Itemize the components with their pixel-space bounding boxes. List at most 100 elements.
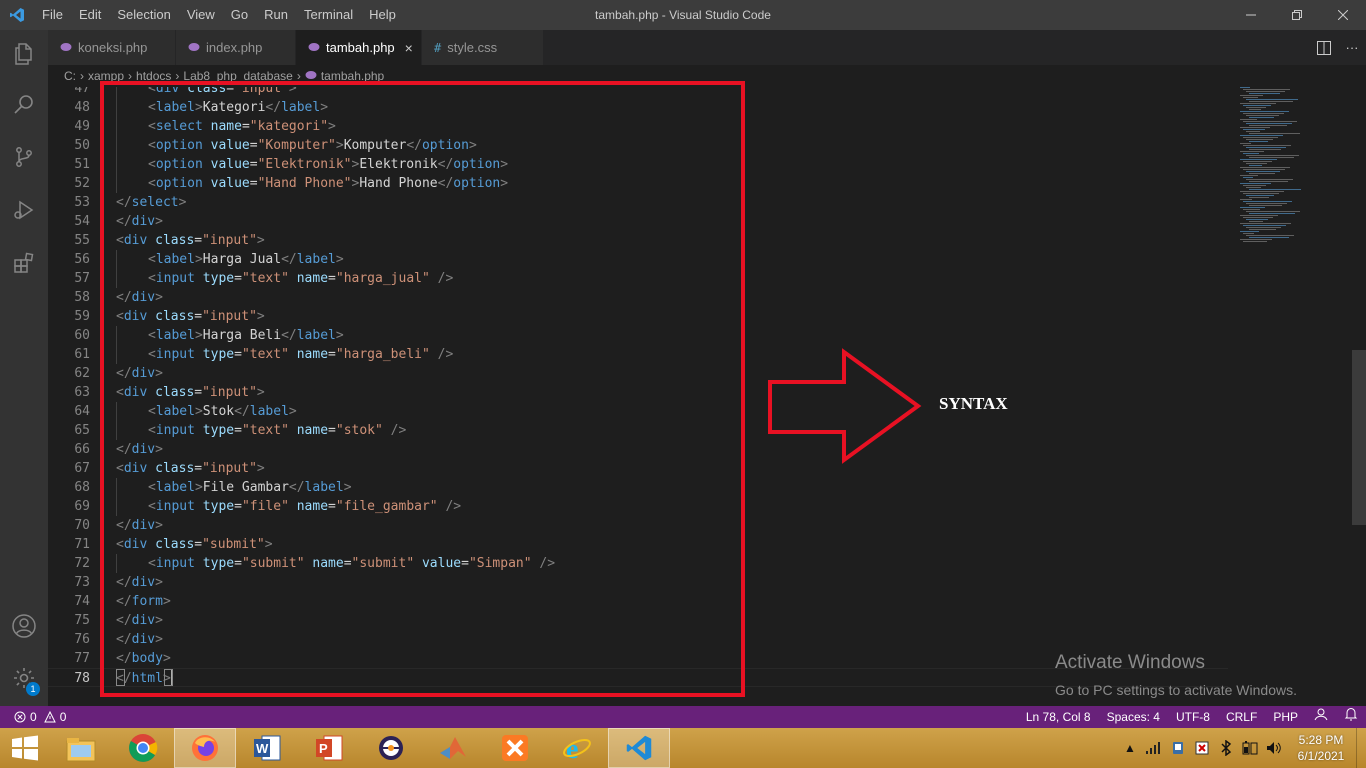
code-line[interactable]: 53 </select> bbox=[48, 193, 1228, 212]
menu-edit[interactable]: Edit bbox=[71, 0, 109, 30]
code-line[interactable]: 75 </div> bbox=[48, 611, 1228, 630]
code-line[interactable]: 76 </div> bbox=[48, 630, 1228, 649]
split-editor-icon[interactable] bbox=[1310, 30, 1338, 65]
close-tab-icon[interactable]: × bbox=[405, 40, 413, 56]
code-line[interactable]: 74 </form> bbox=[48, 592, 1228, 611]
clock-date: 6/1/2021 bbox=[1297, 749, 1345, 763]
menu-go[interactable]: Go bbox=[223, 0, 256, 30]
code-text: <option value="Komputer">Komputer</optio… bbox=[148, 138, 477, 153]
tab-tambah-php[interactable]: tambah.php × bbox=[296, 30, 422, 65]
firefox-icon[interactable] bbox=[174, 728, 236, 768]
code-text: <label>Stok</label> bbox=[148, 404, 297, 419]
menu-view[interactable]: View bbox=[179, 0, 223, 30]
code-line[interactable]: 50 <option value="Komputer">Komputer</opt… bbox=[48, 136, 1228, 155]
powerpoint-icon[interactable]: P bbox=[298, 728, 360, 768]
code-line[interactable]: 58 </div> bbox=[48, 288, 1228, 307]
code-line[interactable]: 73 </div> bbox=[48, 573, 1228, 592]
windows-start-icon[interactable] bbox=[0, 728, 50, 768]
minimize-button[interactable] bbox=[1228, 0, 1274, 30]
vscode-icon[interactable] bbox=[608, 728, 670, 768]
source-control-icon[interactable] bbox=[0, 133, 48, 181]
indentation[interactable]: Spaces: 4 bbox=[1099, 706, 1168, 728]
language-mode[interactable]: PHP bbox=[1265, 706, 1306, 728]
code-line[interactable]: 69 <input type="file" name="file_gambar" … bbox=[48, 497, 1228, 516]
notifications-bell-icon[interactable] bbox=[1336, 706, 1366, 728]
code-line[interactable]: 54 </div> bbox=[48, 212, 1228, 231]
show-hidden-icons-icon[interactable]: ▲ bbox=[1118, 728, 1142, 768]
tab-style-css[interactable]: # style.css bbox=[422, 30, 544, 65]
file-explorer-icon[interactable] bbox=[50, 728, 112, 768]
feedback-icon[interactable] bbox=[1306, 706, 1336, 728]
code-line[interactable]: 59 <div class="input"> bbox=[48, 307, 1228, 326]
menu-file[interactable]: File bbox=[34, 0, 71, 30]
code-line[interactable]: 51 <option value="Elektronik">Elektronik<… bbox=[48, 155, 1228, 174]
indent-guide bbox=[116, 155, 117, 174]
system-clock[interactable]: 5:28 PM 6/1/2021 bbox=[1286, 732, 1356, 764]
code-line[interactable]: 60 <label>Harga Beli</label> bbox=[48, 326, 1228, 345]
restore-button[interactable] bbox=[1274, 0, 1320, 30]
code-line[interactable]: 52 <option value="Hand Phone">Hand Phone<… bbox=[48, 174, 1228, 193]
menu-terminal[interactable]: Terminal bbox=[296, 0, 361, 30]
battery-icon[interactable] bbox=[1238, 728, 1262, 768]
matlab-icon[interactable] bbox=[422, 728, 484, 768]
code-line[interactable]: 72 <input type="submit" name="submit" val… bbox=[48, 554, 1228, 573]
xampp-icon[interactable] bbox=[484, 728, 546, 768]
code-line[interactable]: 55 <div class="input"> bbox=[48, 231, 1228, 250]
extensions-icon[interactable] bbox=[0, 239, 48, 287]
device-icon[interactable] bbox=[1166, 728, 1190, 768]
breadcrumb-item[interactable]: xampp bbox=[88, 69, 124, 83]
scrollbar-thumb[interactable] bbox=[1352, 350, 1366, 525]
breadcrumb-item[interactable]: C: bbox=[64, 69, 76, 83]
chrome-icon[interactable] bbox=[112, 728, 174, 768]
accounts-icon[interactable] bbox=[0, 602, 48, 650]
code-text: <option value="Hand Phone">Hand Phone</o… bbox=[148, 176, 509, 191]
minimap[interactable] bbox=[1236, 87, 1348, 247]
close-button[interactable] bbox=[1320, 0, 1366, 30]
code-line[interactable]: 48 <label>Kategori</label> bbox=[48, 98, 1228, 117]
code-line[interactable]: 63 <div class="input"> bbox=[48, 383, 1228, 402]
encoding[interactable]: UTF-8 bbox=[1168, 706, 1218, 728]
word-icon[interactable]: W bbox=[236, 728, 298, 768]
breadcrumb-item[interactable]: tambah.php bbox=[321, 69, 384, 83]
show-desktop-button[interactable] bbox=[1356, 728, 1366, 768]
signal-icon[interactable] bbox=[1142, 728, 1166, 768]
breadcrumb-item[interactable]: Lab8_php_database bbox=[183, 69, 292, 83]
code-line[interactable]: 61 <input type="text" name="harga_beli" /… bbox=[48, 345, 1228, 364]
cursor-position[interactable]: Ln 78, Col 8 bbox=[1018, 706, 1099, 728]
code-line[interactable]: 65 <input type="text" name="stok" /> bbox=[48, 421, 1228, 440]
bluetooth-icon[interactable] bbox=[1214, 728, 1238, 768]
breadcrumb-item[interactable]: htdocs bbox=[136, 69, 171, 83]
problems-indicator[interactable]: 0 0 bbox=[0, 710, 66, 724]
code-line[interactable]: 78 </html> bbox=[48, 668, 1228, 687]
more-actions-icon[interactable]: ··· bbox=[1338, 30, 1366, 65]
tab-koneksi-php[interactable]: koneksi.php bbox=[48, 30, 176, 65]
volume-icon[interactable] bbox=[1262, 728, 1286, 768]
settings-gear-icon[interactable]: 1 bbox=[0, 654, 48, 702]
internet-explorer-icon[interactable]: e bbox=[546, 728, 608, 768]
search-icon[interactable] bbox=[0, 80, 48, 128]
code-line[interactable]: 70 </div> bbox=[48, 516, 1228, 535]
eclipse-icon[interactable] bbox=[360, 728, 422, 768]
explorer-icon[interactable] bbox=[0, 30, 48, 78]
shield-alert-icon[interactable] bbox=[1190, 728, 1214, 768]
code-editor[interactable]: 47 <div class="input"> 48 <label>Kategori</… bbox=[48, 87, 1366, 706]
code-line[interactable]: 49 <select name="kategori"> bbox=[48, 117, 1228, 136]
code-text: </div> bbox=[116, 613, 163, 628]
code-line[interactable]: 67 <div class="input"> bbox=[48, 459, 1228, 478]
css-file-icon: # bbox=[434, 40, 442, 55]
code-line[interactable]: 77 </body> bbox=[48, 649, 1228, 668]
code-line[interactable]: 64 <label>Stok</label> bbox=[48, 402, 1228, 421]
code-line[interactable]: 47 <div class="input"> bbox=[48, 87, 1228, 98]
end-of-line[interactable]: CRLF bbox=[1218, 706, 1265, 728]
code-line[interactable]: 66 </div> bbox=[48, 440, 1228, 459]
menu-run[interactable]: Run bbox=[256, 0, 296, 30]
tab-index-php[interactable]: index.php bbox=[176, 30, 296, 65]
code-line[interactable]: 56 <label>Harga Jual</label> bbox=[48, 250, 1228, 269]
menu-selection[interactable]: Selection bbox=[109, 0, 178, 30]
code-line[interactable]: 71 <div class="submit"> bbox=[48, 535, 1228, 554]
code-line[interactable]: 57 <input type="text" name="harga_jual" /… bbox=[48, 269, 1228, 288]
code-line[interactable]: 68 <label>File Gambar</label> bbox=[48, 478, 1228, 497]
menu-help[interactable]: Help bbox=[361, 0, 404, 30]
code-line[interactable]: 62 </div> bbox=[48, 364, 1228, 383]
run-debug-icon[interactable] bbox=[0, 186, 48, 234]
